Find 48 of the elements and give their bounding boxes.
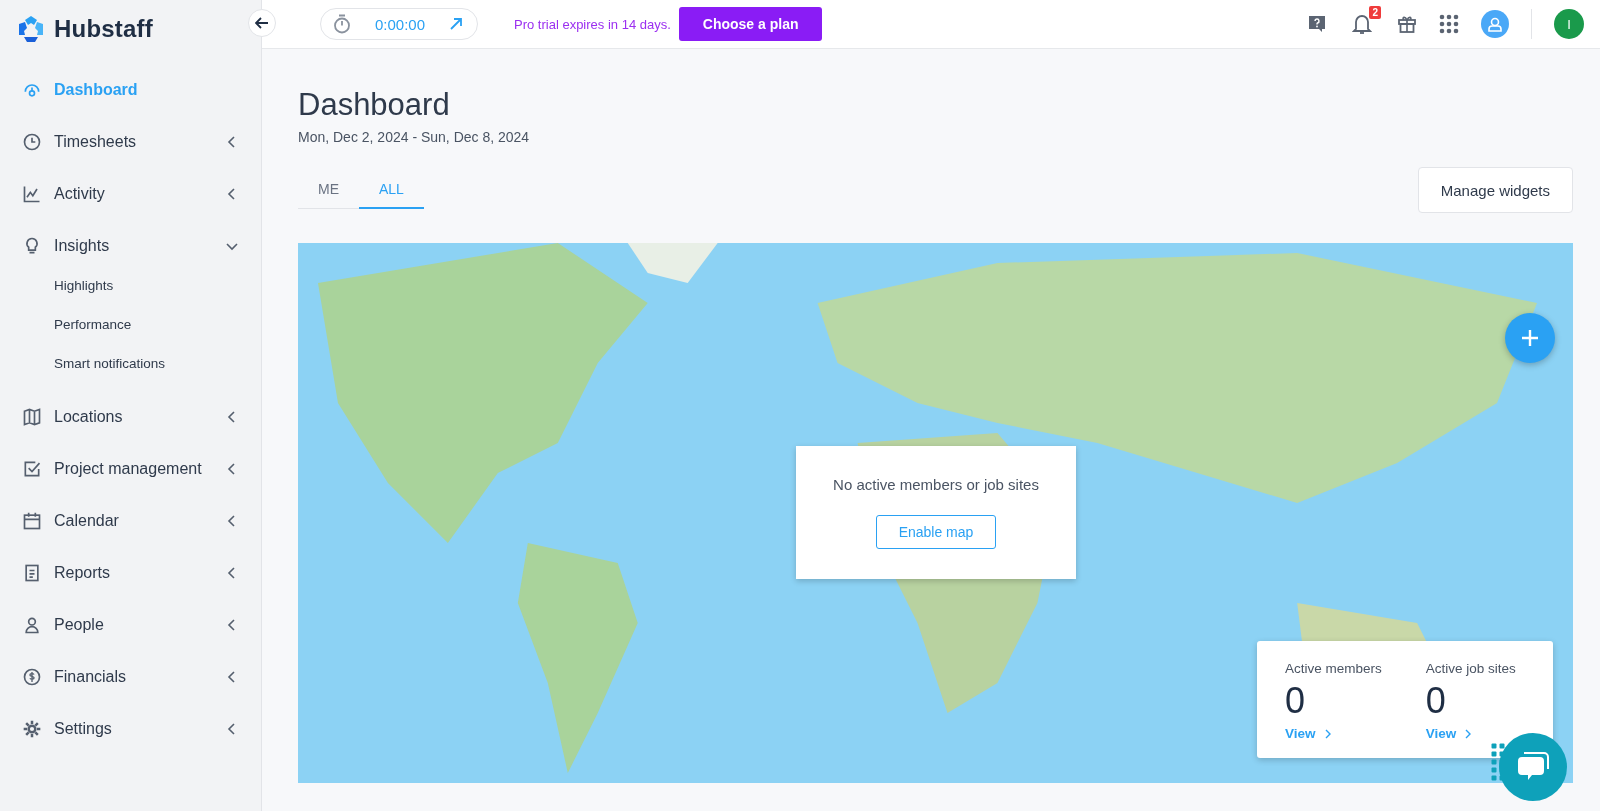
stat-value: 0 bbox=[1285, 680, 1307, 722]
stopwatch-icon bbox=[333, 14, 351, 34]
timer-value: 0:00:00 bbox=[374, 15, 425, 33]
calendar-icon bbox=[22, 511, 42, 531]
sidebar-item[interactable]: Timesheets bbox=[0, 116, 261, 168]
sidebar-item[interactable]: Project management bbox=[0, 443, 261, 495]
brand-name: Hubstaff bbox=[54, 15, 153, 43]
sidebar-item[interactable]: Financials bbox=[0, 651, 261, 703]
gear-icon bbox=[22, 719, 42, 739]
dollar-coin-icon bbox=[22, 667, 42, 687]
document-icon bbox=[22, 563, 42, 583]
manage-widgets-button[interactable]: Manage widgets bbox=[1417, 167, 1573, 213]
user-silhouette-icon bbox=[1488, 16, 1502, 32]
gift-icon[interactable] bbox=[1397, 14, 1417, 34]
page-title: Dashboard bbox=[298, 87, 451, 123]
plus-icon bbox=[1520, 328, 1540, 348]
sidebar-subitem[interactable]: Performance bbox=[0, 305, 261, 344]
notification-count: 2 bbox=[1369, 6, 1381, 19]
empty-map-message: No active members or job sites bbox=[833, 476, 1039, 493]
checkbox-icon bbox=[22, 459, 42, 479]
arrow-left-icon bbox=[255, 16, 269, 30]
clock-icon bbox=[22, 132, 42, 152]
help-icon[interactable] bbox=[1307, 14, 1327, 34]
stat-label: Active members bbox=[1285, 661, 1382, 676]
account-avatar[interactable] bbox=[1481, 10, 1509, 38]
sidebar-item[interactable]: Locations bbox=[0, 391, 261, 443]
chevron-right-icon bbox=[1464, 728, 1473, 739]
sidebar-item[interactable]: Reports bbox=[0, 547, 261, 599]
sidebar-item[interactable]: People bbox=[0, 599, 261, 651]
logo-icon bbox=[16, 15, 46, 43]
person-icon bbox=[22, 615, 42, 635]
choose-plan-button[interactable]: Choose a plan bbox=[678, 7, 823, 41]
sidebar-item[interactable]: Calendar bbox=[0, 495, 261, 547]
user-avatar[interactable]: I bbox=[1554, 9, 1584, 39]
sidebar-item[interactable]: Settings bbox=[0, 703, 261, 755]
stat-label: Active job sites bbox=[1425, 661, 1516, 676]
date-range: Mon, Dec 2, 2024 - Sun, Dec 8, 2024 bbox=[298, 129, 531, 145]
sidebar-subitem[interactable]: Smart notifications bbox=[0, 344, 261, 383]
chevron-right-icon bbox=[1323, 728, 1332, 739]
view-tab[interactable]: ME bbox=[298, 171, 359, 209]
sidebar-item[interactable]: Activity bbox=[0, 168, 261, 220]
apps-grid-icon[interactable] bbox=[1439, 14, 1459, 34]
map-icon bbox=[22, 407, 42, 427]
bell-icon[interactable] bbox=[1352, 13, 1372, 35]
arrow-up-right-icon[interactable] bbox=[449, 17, 463, 31]
stat-value: 0 bbox=[1425, 680, 1447, 722]
trial-notice: Pro trial expires in 14 days. bbox=[514, 16, 671, 32]
chart-line-icon bbox=[22, 184, 42, 204]
